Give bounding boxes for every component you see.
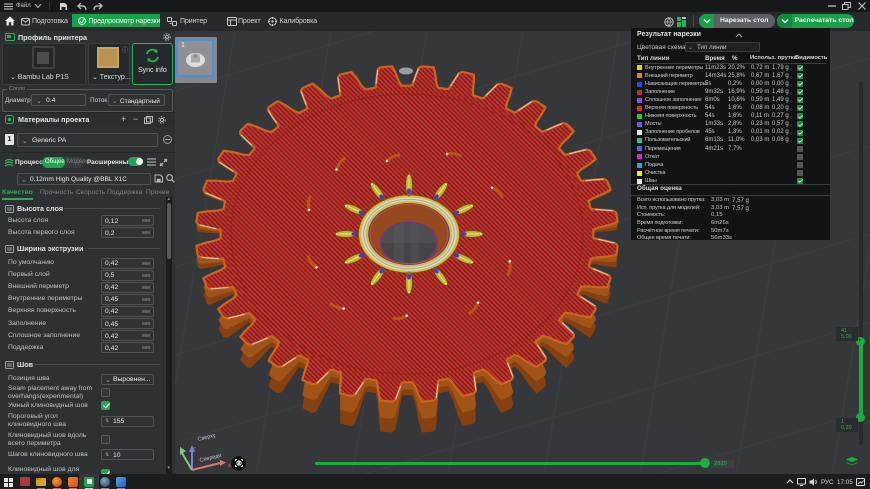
svg-text:Сверху: Сверху — [197, 433, 217, 443]
svg-text:z: z — [193, 446, 196, 452]
svg-text:Спереди: Спереди — [199, 453, 222, 464]
